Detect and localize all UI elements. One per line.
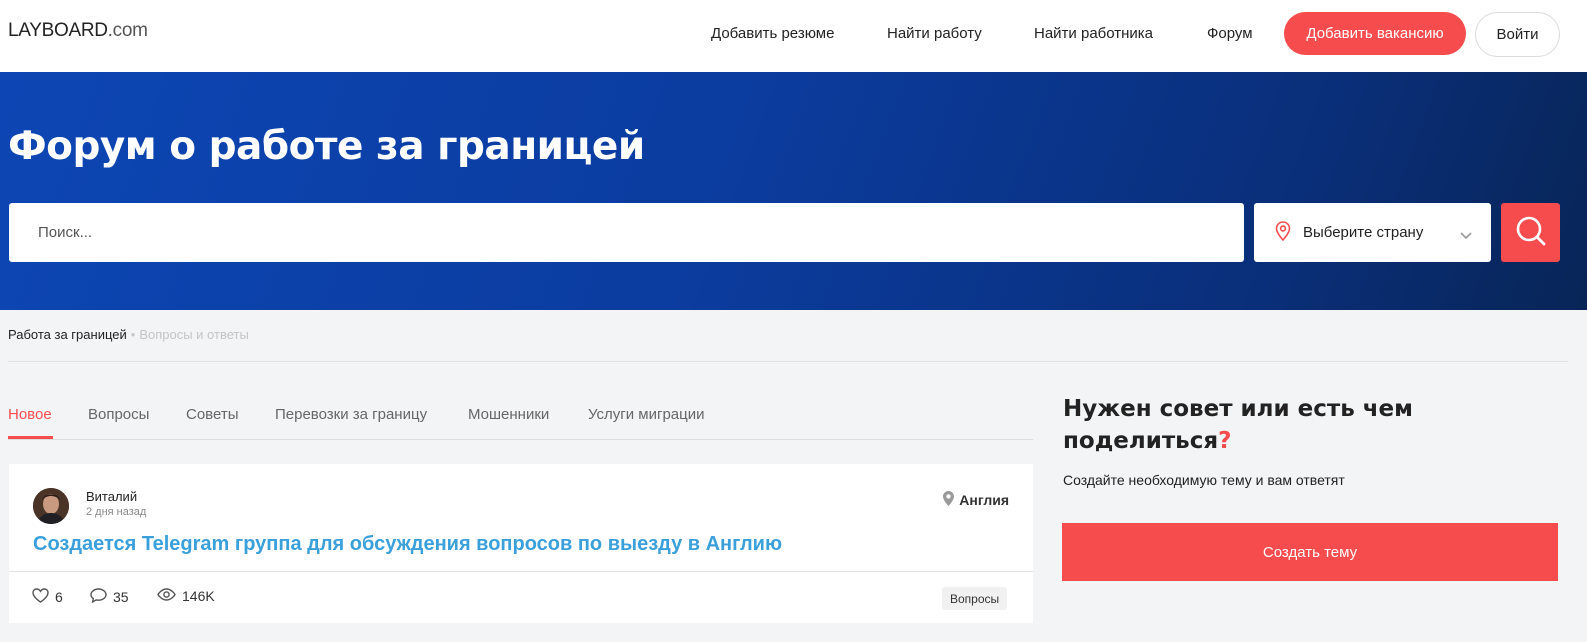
location-label: Англия xyxy=(959,492,1009,508)
nav-find-worker[interactable]: Найти работника xyxy=(1034,25,1153,42)
avatar[interactable] xyxy=(33,488,69,524)
breadcrumb: Работа за границей • Вопросы и ответы xyxy=(8,327,249,342)
card-divider xyxy=(9,571,1033,572)
site-logo[interactable]: LAYBOARD.com xyxy=(8,20,148,42)
category-tag[interactable]: Вопросы xyxy=(942,587,1008,610)
chevron-down-icon xyxy=(1460,227,1472,245)
page-title: Форум о работе за границей xyxy=(8,124,645,169)
breadcrumb-root-link[interactable]: Работа за границей xyxy=(8,327,127,342)
location-pin-icon xyxy=(943,491,955,509)
comment-icon xyxy=(90,588,107,606)
like-count: 6 xyxy=(55,589,63,605)
tab-scammers[interactable]: Мошенники xyxy=(468,406,549,423)
post-location: Англия xyxy=(943,491,1009,509)
site-header: LAYBOARD.com Добавить резюме Найти работ… xyxy=(0,0,1587,72)
tab-new[interactable]: Новое xyxy=(8,406,52,423)
search-input[interactable] xyxy=(9,203,1244,262)
post-card: Виталий 2 дня назад Англия Создается Tel… xyxy=(9,464,1033,623)
sidebar-description: Создайте необходимую тему и вам ответят xyxy=(1063,472,1345,488)
hero-banner: Форум о работе за границей Выберите стра… xyxy=(0,72,1587,310)
country-select[interactable]: Выберите страну xyxy=(1254,203,1491,262)
sidebar-heading: Нужен совет или есть чем поделиться? xyxy=(1063,396,1413,454)
views-indicator: 146K xyxy=(157,588,215,604)
heart-icon xyxy=(32,588,49,606)
breadcrumb-separator: • xyxy=(130,327,136,342)
view-count: 146K xyxy=(182,588,215,604)
tab-advice[interactable]: Советы xyxy=(186,406,238,423)
tab-migration-services[interactable]: Услуги миграции xyxy=(588,406,705,423)
like-button[interactable]: 6 xyxy=(32,588,63,606)
post-title-link[interactable]: Создается Telegram группа для обсуждения… xyxy=(33,533,782,556)
country-select-label: Выберите страну xyxy=(1303,224,1424,241)
comment-count: 35 xyxy=(113,589,129,605)
login-button[interactable]: Войти xyxy=(1475,12,1560,57)
tabs-divider xyxy=(8,439,1033,440)
divider xyxy=(8,361,1568,362)
location-pin-icon xyxy=(1275,221,1291,246)
create-topic-button[interactable]: Создать тему xyxy=(1062,523,1558,581)
tab-transport[interactable]: Перевозки за границу xyxy=(275,406,427,423)
nav-add-resume[interactable]: Добавить резюме xyxy=(711,25,834,42)
eye-icon xyxy=(157,588,176,604)
comments-button[interactable]: 35 xyxy=(90,588,129,606)
nav-find-job[interactable]: Найти работу xyxy=(887,25,982,42)
search-button[interactable] xyxy=(1501,203,1560,262)
breadcrumb-current: Вопросы и ответы xyxy=(139,327,249,342)
author-name[interactable]: Виталий xyxy=(86,489,137,504)
search-icon xyxy=(1515,215,1547,250)
post-time: 2 дня назад xyxy=(86,506,147,518)
nav-forum[interactable]: Форум xyxy=(1207,25,1253,42)
tab-questions[interactable]: Вопросы xyxy=(88,406,149,423)
add-vacancy-button[interactable]: Добавить вакансию xyxy=(1284,12,1466,55)
